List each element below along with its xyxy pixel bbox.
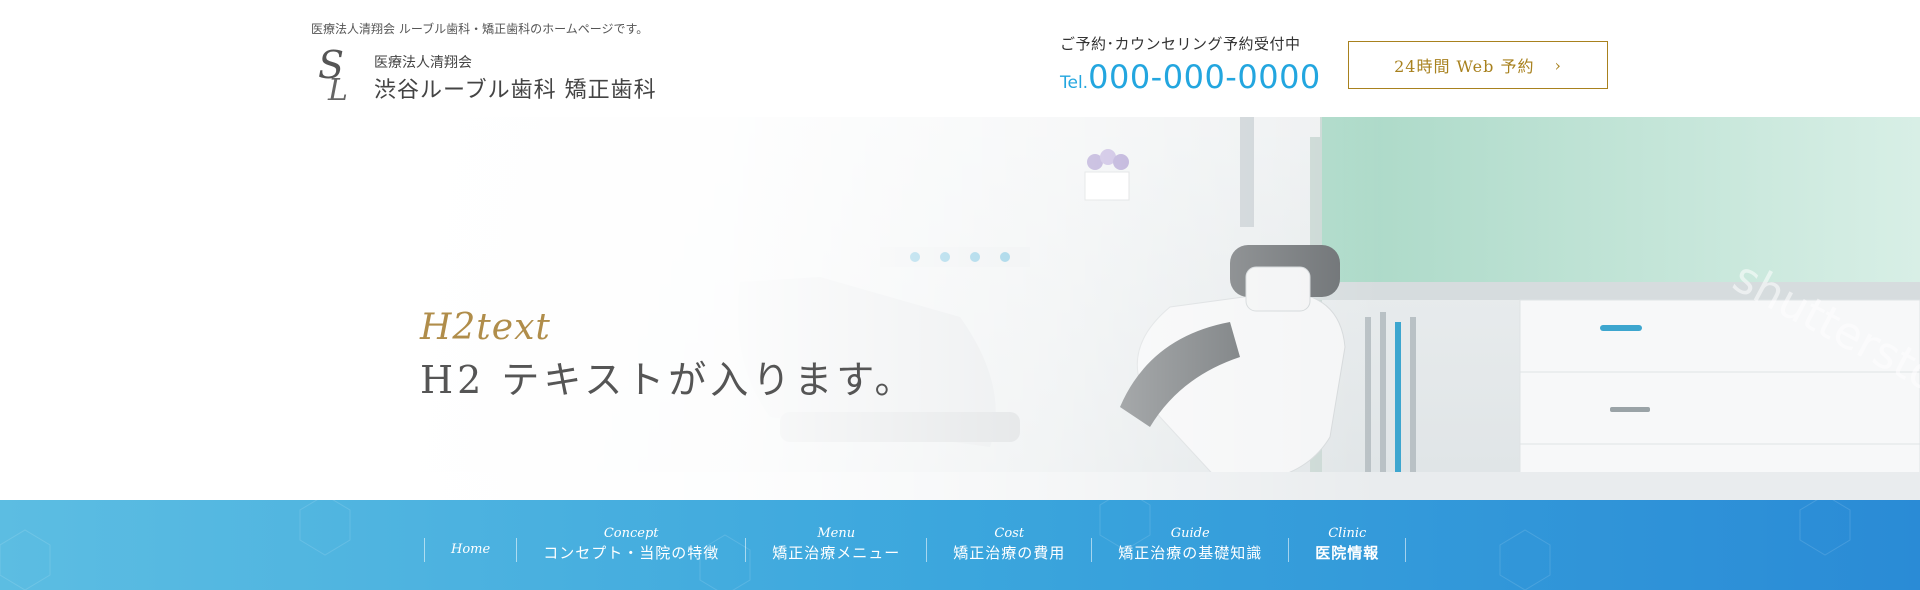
- logo-mark-icon: S L: [318, 46, 348, 102]
- logo-corporation-name: 医療法人清翔会: [374, 55, 472, 71]
- reservation-label: ご予約･カウンセリング予約受付中: [1060, 35, 1301, 53]
- nav-item-cost-label: 矯正治療の費用: [953, 544, 1066, 562]
- hero-fade-overlay: [0, 117, 1920, 500]
- contact-info: ご予約･カウンセリング予約受付中 Tel.000-000-0000: [1060, 33, 1330, 96]
- nav-item-guide-label: 矯正治療の基礎知識: [1118, 544, 1263, 562]
- nav-item-home-en: Home: [451, 542, 491, 557]
- nav-item-menu-en: Menu: [817, 526, 856, 541]
- nav-item-home[interactable]: Home: [424, 538, 518, 562]
- logo-clinic-name: 渋谷ルーブル歯科 矯正歯科: [374, 78, 657, 103]
- web-reservation-label: 24時間 Web 予約: [1394, 57, 1535, 76]
- nav-item-concept-en: Concept: [603, 526, 659, 541]
- hero-title: H2 テキストが入ります。: [420, 358, 917, 402]
- nav-item-concept[interactable]: Concept コンセプト・当院の特徴: [517, 526, 747, 562]
- nav-item-guide-en: Guide: [1170, 526, 1210, 541]
- nav-item-menu-label: 矯正治療メニュー: [772, 544, 901, 562]
- nav-item-clinic-label: 医院情報: [1315, 544, 1380, 562]
- nav-item-cost-en: Cost: [994, 526, 1025, 541]
- hero-banner: shutterstock H2text H2 テキストが入ります。: [0, 117, 1920, 500]
- nav-item-menu[interactable]: Menu 矯正治療メニュー: [746, 526, 928, 562]
- nav-item-guide[interactable]: Guide 矯正治療の基礎知識: [1092, 526, 1290, 562]
- nav-item-clinic-en: Clinic: [1328, 526, 1367, 541]
- hero-script-heading: H2text: [420, 307, 551, 348]
- tel-link[interactable]: Tel.000-000-0000: [1060, 58, 1330, 96]
- chevron-right-icon: ›: [1554, 55, 1562, 75]
- global-nav: Home Concept コンセプト・当院の特徴 Menu 矯正治療メニュー C…: [0, 500, 1920, 590]
- nav-list: Home Concept コンセプト・当院の特徴 Menu 矯正治療メニュー C…: [424, 526, 1407, 584]
- nav-item-cost[interactable]: Cost 矯正治療の費用: [927, 526, 1093, 562]
- site-tagline: 医療法人清翔会 ルーブル歯科・矯正歯科のホームページです。: [311, 22, 649, 36]
- nav-item-concept-label: コンセプト・当院の特徴: [543, 544, 720, 562]
- svg-text:L: L: [327, 73, 348, 102]
- web-reservation-button[interactable]: 24時間 Web 予約 ›: [1348, 41, 1608, 89]
- site-logo[interactable]: S L 医療法人清翔会 渋谷ルーブル歯科 矯正歯科: [316, 46, 716, 106]
- tel-prefix: Tel.: [1060, 73, 1089, 93]
- tel-number[interactable]: 000-000-0000: [1088, 58, 1321, 96]
- nav-item-clinic[interactable]: Clinic 医院情報: [1289, 526, 1407, 562]
